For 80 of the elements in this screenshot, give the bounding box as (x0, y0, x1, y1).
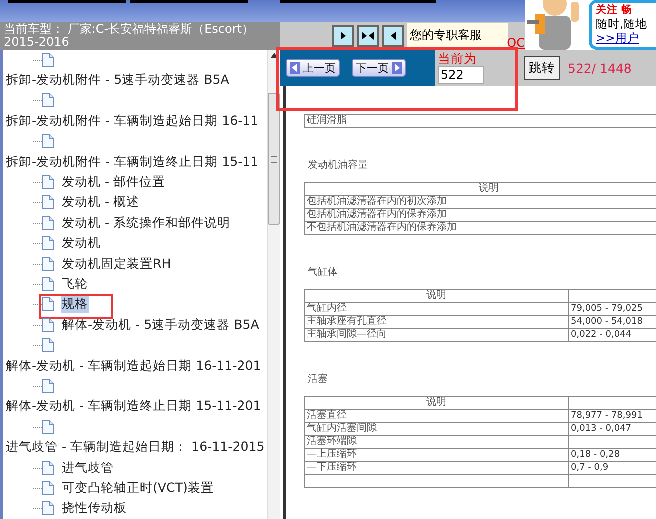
left-arrow-icon (290, 62, 300, 74)
scrollbar-thumb[interactable] (268, 93, 280, 225)
table-cell: 不包括机油滤清器在内的保养添加 (304, 222, 656, 234)
table-cell: 主轴承间隙—径向 (304, 328, 568, 342)
tree-group-label[interactable]: 拆卸-发动机附件 - 车辆制造终止日期 15-11 (5, 154, 260, 171)
table-cell: 主轴承座有孔直径 (304, 316, 568, 328)
tree-group-label[interactable]: 拆卸-发动机附件 - 车辆制造起始日期 16-11 (5, 112, 260, 130)
split-button[interactable] (357, 25, 379, 47)
table-cell: 78,977 - 78,991 (568, 410, 656, 422)
next-page-button[interactable]: 下一页 (352, 59, 406, 77)
table-cell: 0,7 - 0,9 (568, 462, 656, 474)
first-page-button[interactable] (332, 25, 354, 47)
ad-title: 关注 畅 (596, 3, 634, 17)
tree-item[interactable]: 飞轮 (61, 276, 89, 293)
tree-item[interactable]: 发动机 - 部件位置 (61, 174, 167, 192)
page-count: 522/ 1448 (568, 60, 632, 76)
current-page-label: 当前为 (438, 52, 478, 66)
document-icon (42, 480, 55, 496)
table-cell: 54,000 - 54,018 (568, 316, 656, 328)
tree-item[interactable]: 发动机固定装置RH (61, 256, 172, 273)
tree-group-label[interactable]: 进气歧管 - 车辆制造起始日期： 16-11-2015 (5, 439, 266, 456)
page-input[interactable]: 522 (438, 66, 484, 84)
document-icon (42, 134, 55, 150)
table-cell: 79,005 - 79,025 (568, 302, 656, 316)
document-icon (42, 52, 55, 68)
tree-item[interactable]: 挠性传动板 (61, 500, 128, 518)
document-icon (42, 338, 55, 354)
table-cell: 0,013 - 0,047 (568, 422, 656, 436)
section-heading: 发动机油容量 (308, 158, 369, 172)
document-icon (42, 256, 55, 272)
table-cell: 0,18 - 0,28 (568, 448, 656, 462)
document-icon (42, 216, 55, 231)
service-label: 您的专职客服 (407, 23, 508, 49)
tree-item[interactable]: 解体-发动机 - 5速手动变速器 B5A (61, 316, 260, 334)
table-cell: —下压缩环 (304, 462, 568, 474)
section-heading: 气缸体 (308, 266, 339, 279)
tree-group-label[interactable]: 解体-发动机 - 车辆制造起始日期 16-11-201 (5, 358, 262, 375)
document-icon (42, 195, 55, 210)
ad-link[interactable]: >>用户 (596, 31, 656, 45)
table-cell: 气缸内径 (304, 302, 568, 316)
table-cell: 活塞直径 (304, 410, 568, 422)
tree-item[interactable]: 可变凸轮轴正时(VCT)装置 (61, 480, 215, 497)
table-cell: 包括机油滤清器在内的初次添加 (304, 196, 656, 208)
table-cell: 0,022 - 0,044 (568, 328, 656, 342)
section-heading: 活塞 (308, 372, 329, 386)
document-icon (42, 501, 55, 516)
document-icon (42, 236, 55, 252)
right-arrow-icon (392, 62, 402, 74)
document-icon (42, 276, 55, 292)
document-icon (42, 175, 55, 190)
tree-item[interactable]: 规格 (61, 296, 89, 314)
document-icon (42, 93, 55, 108)
document-icon (42, 378, 55, 394)
tree-item[interactable]: 发动机 - 概述 (61, 194, 141, 212)
table-cell: —上压缩环 (304, 448, 568, 462)
table-cell: 包括机油滤清器在内的保养添加 (304, 208, 656, 222)
document-icon (42, 318, 55, 333)
document-icon (42, 297, 55, 312)
tree-item[interactable]: 发动机 - 系统操作和部件说明 (61, 214, 232, 232)
car-year-label: 2015-2016 (4, 36, 70, 49)
table-header: 说明 (304, 182, 656, 196)
table-cell: 硅润滑脂 (304, 114, 656, 128)
scrollbar[interactable] (267, 50, 280, 519)
tree-item[interactable]: 发动机 (61, 235, 102, 252)
table-header: 说明 (304, 396, 568, 410)
table-cell: 活塞环端隙 (304, 436, 568, 448)
ad-text: 随时,随地 (596, 17, 649, 31)
car-model-label: 当前车型： 厂家:C-长安福特福睿斯（Escort） (4, 23, 255, 36)
table-header: 说明 (304, 290, 568, 302)
arrows-icon (361, 30, 375, 42)
previous-page-button[interactable]: 上一页 (286, 59, 340, 77)
last-page-button[interactable] (382, 25, 404, 47)
tree-group-label[interactable]: 拆卸-发动机附件 - 5速手动变速器 B5A (5, 72, 230, 90)
tree-item[interactable]: 进气歧管 (61, 460, 115, 476)
tree-group-label[interactable]: 解体-发动机 - 车辆制造终止日期 15-11-201 (5, 398, 262, 416)
document-icon (42, 460, 55, 476)
jump-button[interactable]: 跳转 (524, 56, 560, 80)
table-cell: 气缸内活塞间隙 (304, 422, 568, 436)
scroll-up-icon[interactable] (270, 53, 278, 58)
document-icon (42, 420, 55, 435)
